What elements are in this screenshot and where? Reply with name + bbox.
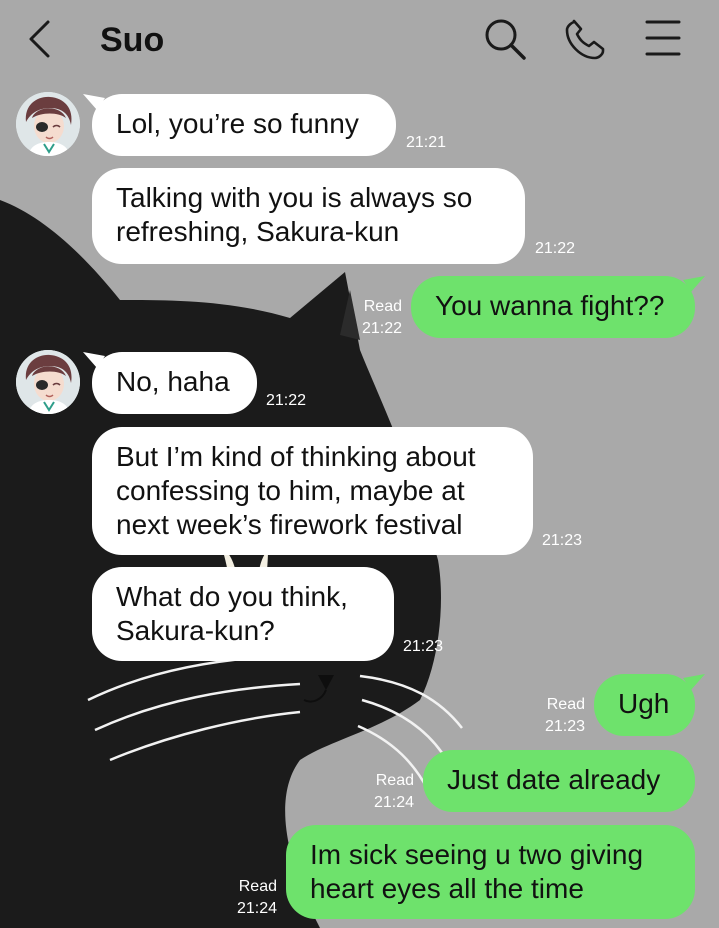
menu-icon	[645, 20, 681, 56]
read-receipt: Read	[375, 772, 414, 789]
incoming-message[interactable]: Talking with you is always so refreshing…	[92, 168, 525, 264]
message-text: Just date already	[447, 764, 661, 795]
message-time: 21:23	[542, 530, 582, 552]
outgoing-message[interactable]: Just date already	[423, 750, 695, 812]
message-text: What do you think,	[116, 581, 348, 612]
read-receipt: Read	[363, 298, 402, 315]
time-label: 21:23	[542, 532, 583, 549]
message-list[interactable]: Lol, you’re so funny 21:21 Talking with …	[0, 0, 719, 928]
time-label: 21:21	[406, 134, 447, 151]
time-label: 21:23	[544, 718, 585, 735]
back-button[interactable]	[18, 16, 62, 60]
call-button[interactable]	[561, 14, 609, 62]
message-text: But I’m kind of thinking about	[116, 441, 476, 472]
time-label: 21:22	[535, 240, 576, 257]
message-text: Sakura-kun?	[116, 615, 275, 646]
avatar[interactable]	[16, 350, 80, 414]
time-label: 21:22	[361, 320, 402, 337]
message-text: Talking with you is always so	[116, 182, 473, 213]
time-label: 21:24	[373, 794, 414, 811]
incoming-message[interactable]: Lol, you’re so funny	[92, 94, 396, 156]
message-text: No, haha	[116, 366, 230, 397]
read-receipt: Read	[238, 878, 277, 895]
message-time: 21:22	[266, 390, 306, 412]
outgoing-message[interactable]: You wanna fight??	[411, 276, 695, 338]
outgoing-message[interactable]: Ugh	[594, 674, 695, 736]
message-time: 21:22	[535, 238, 575, 260]
avatar-portrait	[16, 92, 80, 156]
chevron-left-icon	[29, 20, 50, 58]
avatar[interactable]	[16, 92, 80, 156]
bubble-tail	[683, 674, 705, 690]
message-text: next week’s firework festival	[116, 509, 463, 540]
message-time: 21:23	[403, 636, 443, 658]
chat-title: Suo	[100, 21, 165, 59]
message-text: You wanna fight??	[435, 290, 665, 321]
read-receipt: Read	[546, 696, 585, 713]
message-text: Ugh	[618, 688, 670, 719]
message-status: Read 21:24	[221, 876, 277, 920]
time-label: 21:24	[236, 900, 277, 917]
message-status: Read 21:24	[358, 770, 414, 814]
incoming-message[interactable]: What do you think, Sakura-kun?	[92, 567, 394, 661]
message-status: Read 21:23	[529, 694, 585, 738]
phone-icon	[565, 19, 605, 60]
message-text: refreshing, Sakura-kun	[116, 216, 400, 247]
message-time: 21:21	[406, 132, 446, 154]
incoming-message[interactable]: But I’m kind of thinking about confessin…	[92, 427, 533, 555]
time-label: 21:22	[266, 392, 307, 409]
time-label: 21:23	[403, 638, 444, 655]
message-text: heart eyes all the time	[310, 873, 584, 904]
message-text: Im sick seeing u two giving	[310, 839, 644, 870]
incoming-message[interactable]: No, haha	[92, 352, 257, 414]
message-text: Lol, you’re so funny	[116, 108, 359, 139]
chat-header: Suo	[0, 0, 719, 82]
message-text: confessing to him, maybe at	[116, 475, 465, 506]
search-icon	[485, 19, 526, 60]
menu-button[interactable]	[639, 14, 687, 62]
bubble-tail	[683, 276, 705, 292]
avatar-portrait	[16, 350, 80, 414]
outgoing-message[interactable]: Im sick seeing u two giving heart eyes a…	[286, 825, 695, 919]
search-button[interactable]	[481, 14, 529, 62]
message-status: Read 21:22	[346, 296, 402, 340]
